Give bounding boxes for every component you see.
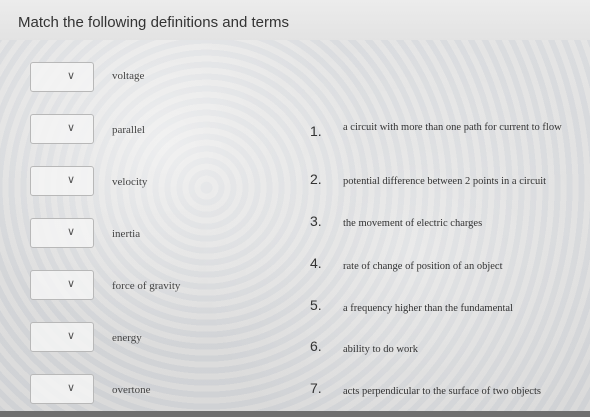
term-velocity: velocity [112, 176, 148, 188]
chevron-down-icon: ∨ [66, 225, 75, 238]
definition-number: 6. [310, 338, 322, 354]
definition-number: 4. [310, 255, 322, 271]
definition-text: ability to do work [343, 344, 418, 355]
definition-text: rate of change of position of an object [343, 261, 503, 272]
term-voltage: voltage [112, 70, 145, 82]
term-energy: energy [112, 332, 142, 344]
match-select-energy[interactable]: ∨ [30, 322, 94, 352]
match-select-velocity[interactable]: ∨ [30, 166, 94, 196]
term-force-of-gravity: force of gravity [112, 280, 181, 292]
chevron-down-icon: ∨ [66, 381, 75, 394]
term-parallel: parallel [112, 124, 145, 136]
definition-number: 2. [310, 171, 322, 187]
definition-text: acts perpendicular to the surface of two… [343, 386, 541, 397]
definition-number: 5. [310, 297, 322, 313]
chevron-down-icon: ∨ [66, 69, 75, 82]
definition-number: 1. [310, 123, 322, 139]
bottom-bar [0, 411, 590, 417]
term-overtone: overtone [112, 384, 151, 396]
definition-text: a circuit with more than one path for cu… [343, 122, 562, 133]
page-title: Match the following definitions and term… [18, 14, 289, 31]
definition-number: 3. [310, 213, 322, 229]
term-inertia: inertia [112, 228, 141, 240]
definition-text: the movement of electric charges [343, 218, 483, 229]
match-select-parallel[interactable]: ∨ [30, 114, 94, 144]
chevron-down-icon: ∨ [66, 121, 75, 134]
match-select-voltage[interactable]: ∨ [30, 62, 94, 92]
header: Match the following definitions and term… [0, 0, 590, 40]
chevron-down-icon: ∨ [66, 329, 75, 342]
definition-number: 7. [310, 380, 322, 396]
match-select-force-of-gravity[interactable]: ∨ [30, 270, 94, 300]
match-select-overtone[interactable]: ∨ [30, 374, 94, 404]
match-select-inertia[interactable]: ∨ [30, 218, 94, 248]
chevron-down-icon: ∨ [66, 277, 75, 290]
definition-text: a frequency higher than the fundamental [343, 303, 513, 314]
definition-text: potential difference between 2 points in… [343, 176, 547, 187]
chevron-down-icon: ∨ [66, 173, 75, 186]
